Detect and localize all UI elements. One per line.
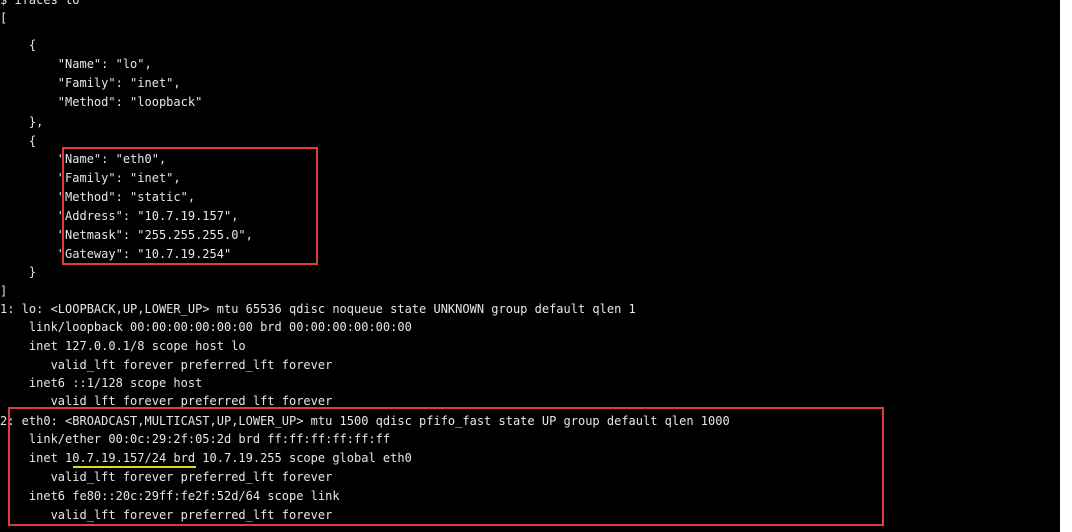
ip-address-underline: [73, 466, 196, 468]
terminal-line: link/loopback 00:00:00:00:00:00 brd 00:0…: [0, 320, 412, 334]
terminal-line: "Family": "inet",: [0, 76, 181, 90]
terminal-line: $ ifaces lo: [0, 0, 80, 7]
terminal-line: }: [0, 265, 37, 279]
terminal-window: $ ifaces lo [ { "Name": "lo", "Family": …: [0, 0, 1072, 532]
terminal-line: inet 127.0.0.1/8 scope host lo: [0, 339, 246, 353]
terminal-line: "Name": "lo",: [0, 57, 152, 71]
terminal-line: {: [0, 38, 37, 52]
terminal-line: "Method": "loopback": [0, 95, 203, 109]
terminal-line: valid_lft forever preferred_lft forever: [0, 358, 333, 372]
terminal-line: [: [0, 11, 8, 25]
terminal-line: inet6 ::1/128 scope host: [0, 376, 203, 390]
terminal-output[interactable]: $ ifaces lo [ { "Name": "lo", "Family": …: [0, 0, 1060, 532]
terminal-line: 1: lo: <LOOPBACK,UP,LOWER_UP> mtu 65536 …: [0, 302, 636, 316]
terminal-line: },: [0, 115, 44, 129]
terminal-line: {: [0, 134, 37, 148]
terminal-line: ]: [0, 284, 8, 298]
eth0-config-highlight-box: [62, 147, 318, 265]
